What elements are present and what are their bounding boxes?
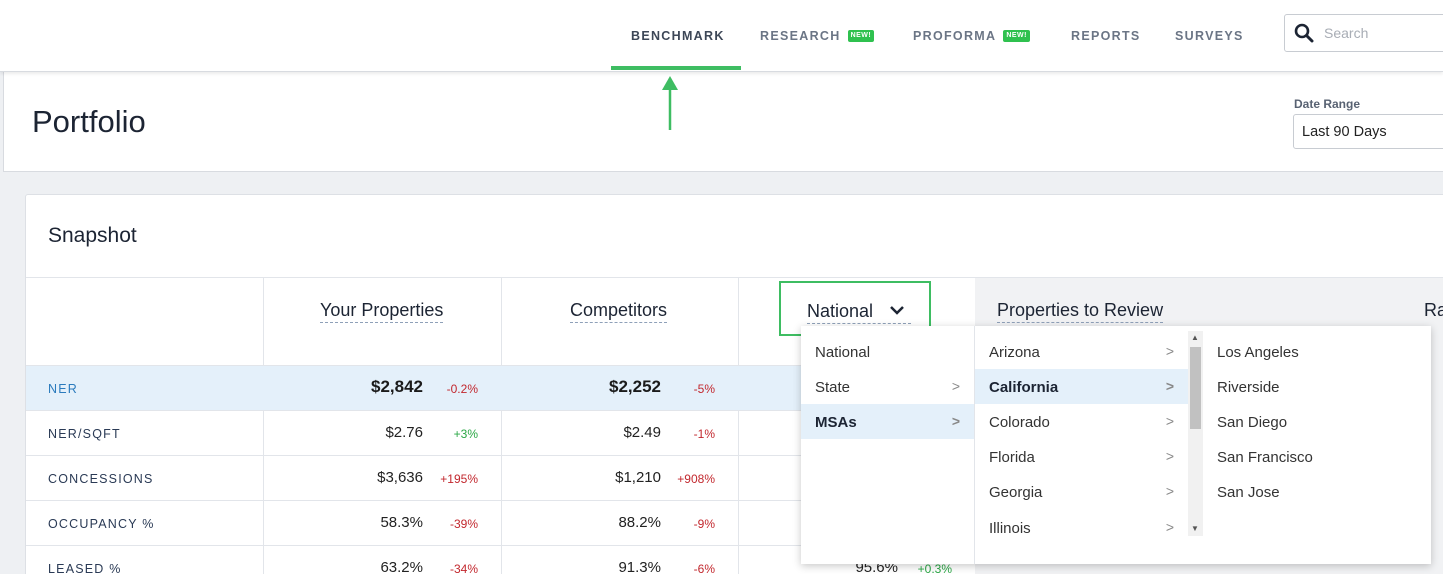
nav-proforma-label: PROFORMA [913, 28, 997, 43]
dropdown-item-msa[interactable]: San Diego [1203, 404, 1431, 439]
annotation-arrow-icon [662, 76, 678, 130]
nav-benchmark[interactable]: BENCHMARK [631, 0, 725, 71]
search-box[interactable] [1284, 14, 1443, 52]
competitor-value: 91.3% [618, 559, 661, 574]
snapshot-title: Snapshot [48, 224, 137, 247]
scroll-thumb[interactable] [1190, 347, 1201, 429]
your-change: +195% [440, 472, 478, 486]
new-badge: NEW! [847, 29, 875, 42]
competitor-value: $1,210 [615, 469, 661, 486]
nav-benchmark-label: BENCHMARK [631, 28, 725, 43]
dropdown-item-msa[interactable]: San Francisco [1203, 439, 1431, 474]
column-competitors-label: Competitors [570, 300, 668, 323]
dropdown-item-label: State [815, 379, 851, 396]
chevron-right-icon: > [951, 378, 960, 394]
new-badge: NEW! [1003, 29, 1030, 42]
your-value: $2,842 [371, 377, 423, 396]
dropdown-item-msa[interactable]: San Jose [1203, 474, 1431, 509]
date-range-label: Date Range [1294, 97, 1361, 111]
chevron-right-icon: > [1165, 448, 1174, 464]
properties-to-review-label[interactable]: Properties to Review [997, 300, 1164, 323]
active-tab-indicator [611, 66, 741, 70]
nav-surveys[interactable]: SURVEYS [1175, 0, 1244, 71]
top-nav: BENCHMARK RESEARCH NEW! PROFORMA NEW! RE… [0, 0, 1443, 72]
chevron-right-icon: > [1165, 483, 1174, 499]
search-input[interactable] [1324, 25, 1434, 41]
page-title: Portfolio [32, 104, 146, 139]
search-icon [1294, 23, 1314, 43]
column-competitors[interactable]: Competitors [501, 277, 738, 365]
column-your-properties-label: Your Properties [320, 300, 444, 323]
your-value: 58.3% [380, 514, 423, 531]
dropdown-item-colorado[interactable]: Colorado > [975, 404, 1188, 439]
chevron-down-icon [890, 306, 904, 315]
dropdown-item-arizona[interactable]: Arizona > [975, 334, 1188, 369]
chevron-right-icon: > [1165, 519, 1174, 535]
your-change: +3% [453, 427, 478, 441]
competitor-change: -1% [693, 427, 715, 441]
dropdown-item-state[interactable]: State > [801, 369, 974, 404]
dropdown-item-label: National [815, 344, 871, 361]
nav-reports-label: REPORTS [1071, 28, 1141, 43]
dropdown-level1: National State > MSAs > [801, 326, 975, 564]
dropdown-item-illinois[interactable]: Illinois > [975, 510, 1188, 545]
your-change: -34% [449, 562, 478, 574]
nav-surveys-label: SURVEYS [1175, 28, 1244, 43]
chevron-right-icon: > [1165, 343, 1174, 359]
column-label-header [26, 277, 263, 365]
row-label: NER/SQFT [48, 427, 121, 441]
competitor-change: +908% [677, 472, 715, 486]
nav-research-label: RESEARCH [760, 28, 841, 43]
nav-research[interactable]: RESEARCH NEW! [760, 0, 875, 71]
cut-off-column-label: Ra [1424, 300, 1443, 320]
row-label: CONCESSIONS [48, 472, 154, 486]
your-change: -39% [449, 517, 478, 531]
dropdown-item-california[interactable]: California > [975, 369, 1188, 404]
column-your-properties[interactable]: Your Properties [263, 277, 501, 365]
row-label: OCCUPANCY % [48, 517, 155, 531]
row-label: LEASED % [48, 562, 122, 574]
scroll-up-icon[interactable]: ▲ [1191, 333, 1199, 342]
dropdown-scrollbar[interactable]: ▲ ▼ [1188, 331, 1203, 536]
competitor-value: $2.49 [623, 424, 661, 441]
dropdown-item-label: Georgia [989, 484, 1043, 501]
your-change: -0.2% [446, 382, 478, 396]
region-dropdown: National State > MSAs > Arizona > Califo… [801, 326, 1431, 564]
dropdown-item-label: California [989, 379, 1059, 396]
dropdown-item-national[interactable]: National [801, 334, 974, 369]
nav-proforma[interactable]: PROFORMA NEW! [913, 0, 1030, 71]
dropdown-item-georgia[interactable]: Georgia > [975, 474, 1188, 509]
chevron-right-icon: > [1165, 413, 1174, 429]
dropdown-level2: Arizona > California > Colorado > Florid… [975, 326, 1188, 564]
date-range-select[interactable]: Last 90 Days [1293, 114, 1443, 149]
competitor-change: -6% [693, 562, 715, 574]
dropdown-item-label: Arizona [989, 344, 1040, 361]
dropdown-item-label: Colorado [989, 414, 1050, 431]
competitor-value: $2,252 [609, 377, 661, 396]
dropdown-item-msa[interactable]: Los Angeles [1203, 334, 1431, 369]
chevron-right-icon: > [951, 413, 960, 429]
dropdown-item-florida[interactable]: Florida > [975, 439, 1188, 474]
chevron-right-icon: > [1165, 378, 1174, 394]
dropdown-item-label: Florida [989, 449, 1035, 466]
dropdown-item-label: MSAs [815, 414, 857, 431]
dropdown-level3: Los Angeles Riverside San Diego San Fran… [1203, 326, 1431, 564]
your-value: 63.2% [380, 559, 423, 574]
your-value: $2.76 [385, 424, 423, 441]
page-header: Portfolio Date Range Last 90 Days [3, 72, 1443, 172]
competitor-change: -9% [693, 517, 715, 531]
dropdown-item-label: Illinois [989, 520, 1031, 537]
nav-reports[interactable]: REPORTS [1071, 0, 1141, 71]
competitor-change: -5% [693, 382, 715, 396]
competitor-value: 88.2% [618, 514, 661, 531]
dropdown-item-msas[interactable]: MSAs > [801, 404, 974, 439]
your-value: $3,636 [377, 469, 423, 486]
row-label: NER [48, 382, 78, 396]
scroll-down-icon[interactable]: ▼ [1191, 524, 1199, 533]
dropdown-item-msa[interactable]: Riverside [1203, 369, 1431, 404]
